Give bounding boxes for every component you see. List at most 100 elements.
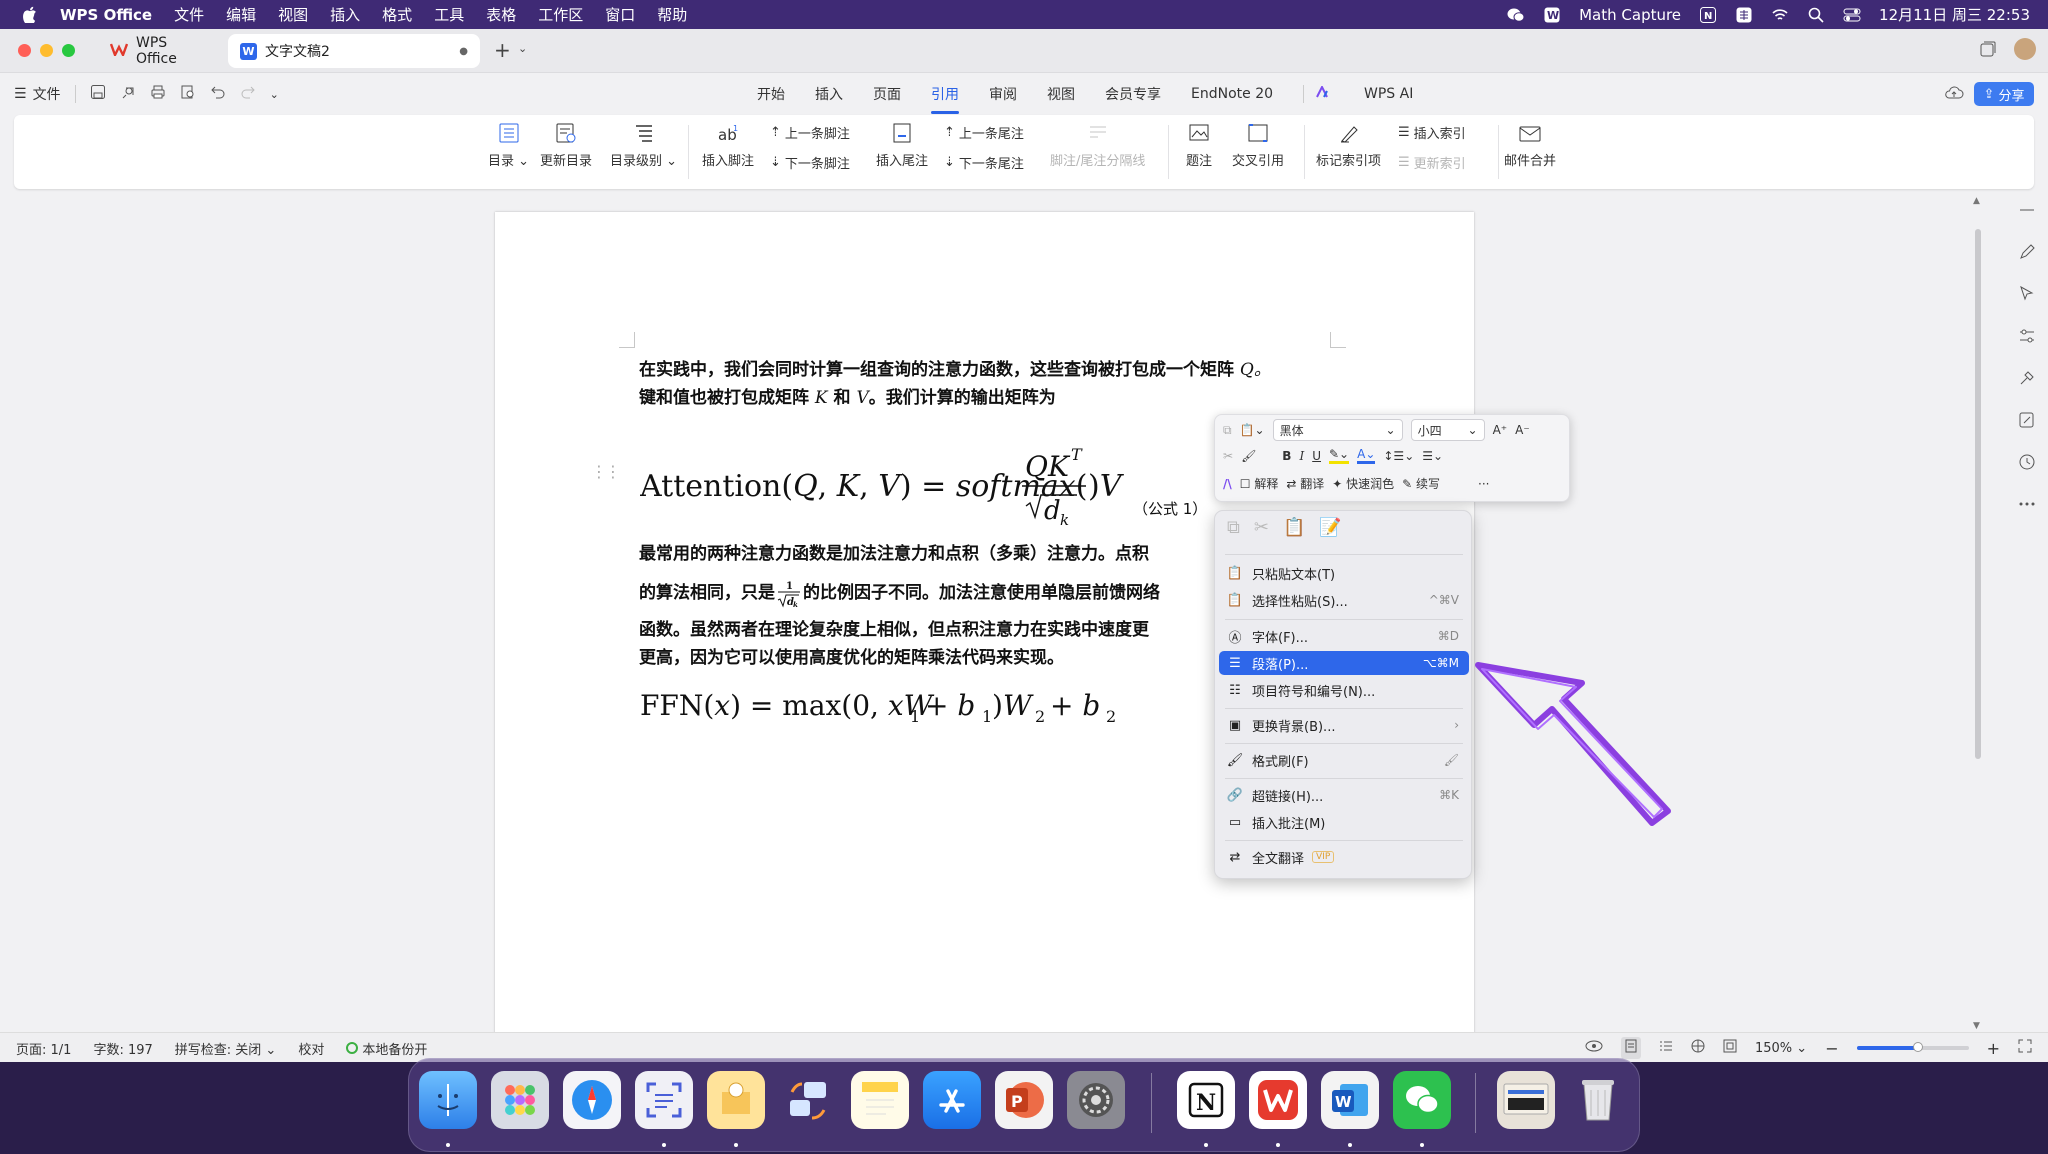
save-icon[interactable]: [90, 84, 106, 104]
scroll-up-icon[interactable]: ▲: [1973, 196, 1980, 206]
menu-window[interactable]: 窗口: [605, 4, 635, 25]
translate-button[interactable]: ⇄ 翻译: [1286, 475, 1324, 492]
prev-endnote-button[interactable]: ⇡ 上一条尾注: [944, 123, 1024, 142]
wifi-icon[interactable]: [1771, 6, 1789, 24]
paste-icon[interactable]: 📋⌄: [1240, 423, 1265, 437]
wps-status-icon[interactable]: W: [1543, 6, 1561, 24]
insert-endnote-button[interactable]: 插入尾注: [876, 122, 928, 169]
font-size-select[interactable]: 小四 ⌄: [1410, 419, 1485, 441]
tab-start[interactable]: 开始: [757, 78, 785, 110]
menu-edit[interactable]: 编辑: [226, 4, 256, 25]
safari-app-icon[interactable]: [563, 1071, 621, 1129]
notion-status-icon[interactable]: N: [1699, 6, 1717, 24]
paragraph-1-line-2[interactable]: 键和值也被打包成矩阵 K 和 V。我们计算的输出矩阵为: [639, 384, 1056, 413]
close-window-button[interactable]: [18, 44, 31, 57]
pen-icon[interactable]: [2018, 243, 2036, 261]
fullscreen-icon[interactable]: [2018, 1039, 2032, 1057]
explain-button[interactable]: ☐ 解释: [1240, 475, 1279, 492]
menu-table[interactable]: 表格: [486, 4, 516, 25]
app-store-app-icon[interactable]: [923, 1071, 981, 1129]
insert-index-button[interactable]: ☰ 插入索引: [1398, 123, 1466, 142]
tab-list-chevron-icon[interactable]: ⌄: [518, 42, 527, 55]
insert-footnote-button[interactable]: ab 1 插入脚注: [702, 122, 754, 169]
copy-icon[interactable]: ⧉: [1227, 517, 1240, 538]
avatar[interactable]: [2014, 38, 2036, 60]
menu-hyperlink[interactable]: 🔗 超链接(H)... ⌘K: [1219, 783, 1469, 807]
next-endnote-button[interactable]: ⇣ 下一条尾注: [944, 153, 1024, 172]
new-tab-plus-icon[interactable]: +: [494, 38, 511, 62]
share-button[interactable]: ⇪ 分享: [1974, 82, 2034, 106]
paragraph-2-line-3[interactable]: 函数。虽然两者在理论复杂度上相似，但点积注意力在实践中速度更: [639, 616, 1149, 645]
update-index-button[interactable]: ☰ 更新索引: [1398, 153, 1466, 172]
next-footnote-button[interactable]: ⇣ 下一条脚注: [770, 153, 850, 172]
zoom-out-button[interactable]: −: [1825, 1039, 1838, 1058]
redo-icon[interactable]: [240, 84, 256, 104]
format-painter-icon[interactable]: 🖌: [1241, 449, 1256, 463]
math-capture-label[interactable]: Math Capture: [1579, 6, 1681, 24]
scanner-app-icon[interactable]: [635, 1071, 693, 1129]
system-settings-app-icon[interactable]: [1067, 1071, 1125, 1129]
menu-paste-special[interactable]: 📋 选择性粘贴(S)... ^⌘V: [1219, 588, 1469, 612]
toc-button[interactable]: 目录 ⌄: [488, 122, 529, 169]
proofread-button[interactable]: 校对: [298, 1039, 324, 1058]
ffn-formula[interactable]: FFN(x) = max(0, xW 1 + b 1 )W 2 + b 2: [640, 682, 1120, 726]
tab-insert[interactable]: 插入: [815, 78, 843, 110]
menu-paste-text-only[interactable]: 📋 只粘贴文本(T): [1219, 561, 1469, 585]
cloud-icon[interactable]: [1944, 85, 1964, 105]
notes-app-icon[interactable]: [851, 1071, 909, 1129]
paste-special-icon[interactable]: 📝: [1319, 517, 1341, 538]
paragraph-2-line-2[interactable]: 的算法相同，只是 1 d k 的比例因子不同。加法注意使用单隐层前馈网络: [639, 578, 1160, 609]
search-icon[interactable]: [1807, 6, 1825, 24]
input-method-icon[interactable]: [1735, 6, 1753, 24]
page-count[interactable]: 页面: 1/1: [16, 1039, 71, 1058]
print-icon[interactable]: [150, 84, 166, 104]
line-spacing-icon[interactable]: ↕☰⌄: [1383, 449, 1414, 463]
finder-app-icon[interactable]: [419, 1071, 477, 1129]
copy-icon[interactable]: ⧉: [1223, 423, 1232, 438]
more-quick-chevron-icon[interactable]: ⌄: [270, 88, 279, 101]
mark-index-button[interactable]: 标记索引项: [1316, 122, 1381, 169]
menu-insert[interactable]: 插入: [330, 4, 360, 25]
menubar-app-name[interactable]: WPS Office: [60, 6, 152, 24]
cross-ref-button[interactable]: 交叉引用: [1232, 122, 1284, 169]
zoom-window-button[interactable]: [62, 44, 75, 57]
wechat-icon[interactable]: [1507, 6, 1525, 24]
paste-icon[interactable]: 📋: [1283, 517, 1305, 538]
font-family-select[interactable]: 黑体 ⌄: [1272, 419, 1403, 441]
more-icon[interactable]: [2018, 495, 2036, 513]
menu-insert-comment[interactable]: ▭ 插入批注(M): [1219, 810, 1469, 834]
prev-footnote-button[interactable]: ⇡ 上一条脚注: [770, 123, 850, 142]
zoom-slider-thumb[interactable]: [1912, 1042, 1923, 1052]
history-icon[interactable]: [2018, 453, 2036, 471]
paragraph-2-line-1[interactable]: 最常用的两种注意力函数是加法注意力和点积（多乘）注意力。点积: [639, 540, 1149, 569]
stage-manager-app-icon[interactable]: [779, 1071, 837, 1129]
toc-level-button[interactable]: 目录级别 ⌄: [610, 122, 677, 169]
continue-writing-button[interactable]: ✎ 续写: [1402, 475, 1440, 492]
tab-wps-ai[interactable]: WPS AI: [1316, 74, 1443, 114]
control-center-icon[interactable]: [1843, 6, 1861, 24]
shrink-font-icon[interactable]: A⁻: [1515, 423, 1530, 437]
outline-view-icon[interactable]: [1659, 1039, 1673, 1057]
menu-font[interactable]: Ⓐ 字体(F)... ⌘D: [1219, 624, 1469, 648]
menu-workspace[interactable]: 工作区: [538, 4, 583, 25]
mail-merge-button[interactable]: 邮件合并: [1504, 122, 1556, 169]
apple-icon[interactable]: [20, 6, 38, 24]
underline-icon[interactable]: U: [1312, 449, 1321, 463]
export-pdf-icon[interactable]: [120, 84, 136, 104]
menu-tools[interactable]: 工具: [434, 4, 464, 25]
tab-document[interactable]: W 文字文稿2 ●: [228, 34, 480, 68]
grow-font-icon[interactable]: A⁺: [1493, 423, 1508, 437]
zoom-select[interactable]: 150% ⌄: [1755, 1041, 1807, 1056]
preview-app-icon[interactable]: [707, 1071, 765, 1129]
menu-view[interactable]: 视图: [278, 4, 308, 25]
cut-icon[interactable]: ✂: [1223, 449, 1233, 463]
menu-file[interactable]: 文件: [174, 4, 204, 25]
eye-icon[interactable]: [1585, 1040, 1603, 1056]
tab-references[interactable]: 引用: [931, 78, 959, 114]
web-view-icon[interactable]: [1691, 1039, 1705, 1057]
cut-icon[interactable]: ✂: [1254, 517, 1269, 538]
menubar-datetime[interactable]: 12月11日 周三 22:53: [1879, 4, 2030, 25]
zoom-slider[interactable]: [1856, 1042, 1969, 1052]
bold-icon[interactable]: B: [1282, 449, 1291, 463]
menu-paragraph[interactable]: ☰ 段落(P)... ⌥⌘M: [1219, 651, 1469, 675]
